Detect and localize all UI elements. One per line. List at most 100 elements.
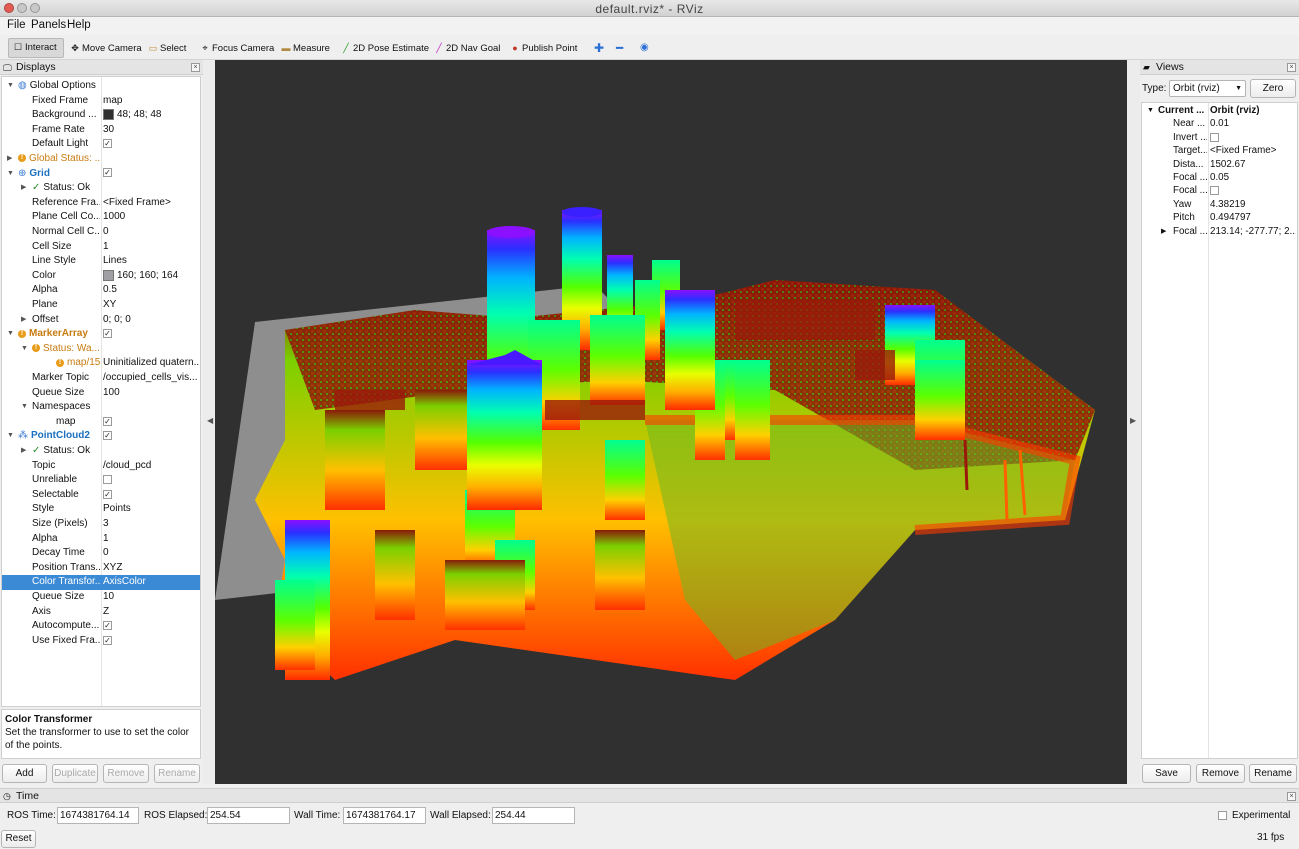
display-row[interactable]: Color Transfor... AxisColor	[2, 575, 200, 590]
view-row[interactable]: Invert ...	[1142, 131, 1297, 144]
display-row[interactable]: Decay Time 0	[2, 546, 200, 561]
display-value[interactable]: 0; 0; 0	[103, 314, 131, 325]
display-value[interactable]: 0	[103, 226, 109, 237]
display-value[interactable]: XY	[103, 299, 116, 310]
chevron-down-icon[interactable]: ▼	[7, 327, 14, 341]
display-row[interactable]: Axis Z	[2, 605, 200, 620]
chevron-down-icon[interactable]: ▼	[1147, 104, 1154, 117]
tool-2d-nav-goal[interactable]: ╱ 2D Nav Goal	[430, 39, 504, 57]
display-row[interactable]: ▼ Namespaces	[2, 400, 200, 415]
enable-checkbox[interactable]: ✓	[103, 139, 112, 149]
display-row[interactable]: Frame Rate 30	[2, 123, 200, 138]
tool-publish-point[interactable]: ● Publish Point	[506, 39, 581, 57]
chevron-down-icon[interactable]: ▼	[7, 167, 14, 181]
close-time-panel-icon[interactable]: ×	[1287, 792, 1296, 801]
display-row[interactable]: Selectable ✓	[2, 488, 200, 503]
color-swatch[interactable]	[103, 269, 114, 281]
displays-tree[interactable]: ▼ ◍ Global Options Fixed Frame map Background…	[1, 76, 201, 707]
display-row[interactable]: Topic/cloud_pcd	[2, 459, 200, 474]
chevron-right-icon[interactable]: ▶	[21, 444, 26, 458]
display-row[interactable]: Normal Cell C... 0	[2, 225, 200, 240]
tool-focus-camera[interactable]: ⌖ Focus Camera	[196, 39, 278, 57]
display-row[interactable]: Marker Topic/occupied_cells_vis...	[2, 371, 200, 386]
chevron-right-icon[interactable]: ▶	[21, 313, 26, 327]
display-value[interactable]: map	[103, 95, 122, 106]
ros-elapsed-field[interactable]: 254.54	[207, 807, 290, 824]
display-row[interactable]: ▼! MarkerArray ✓	[2, 327, 200, 342]
views-tree[interactable]: ▼ Current ... Orbit (rviz) Near ... 0.01 Inve…	[1141, 102, 1298, 759]
right-splitter[interactable]: ▶	[1127, 60, 1140, 784]
display-row[interactable]: Queue Size 10	[2, 590, 200, 605]
display-value[interactable]: Uninitialized quatern...	[103, 357, 199, 368]
display-row[interactable]: ▼! Status: Wa...	[2, 342, 200, 357]
remove-view-button[interactable]: Remove	[1196, 764, 1245, 783]
enable-checkbox[interactable]: ✓	[103, 635, 112, 645]
chevron-down-icon[interactable]: ▼	[7, 79, 14, 93]
enable-checkbox[interactable]: ✓	[103, 416, 112, 426]
chevron-right-icon[interactable]: ▶	[1161, 225, 1166, 238]
display-value[interactable]: 160; 160; 164	[117, 270, 178, 281]
display-row[interactable]: map ✓	[2, 415, 200, 430]
display-row[interactable]: Reference Fra... <Fixed Frame>	[2, 196, 200, 211]
display-value[interactable]: 0.5	[103, 284, 117, 295]
view-value[interactable]: 0.05	[1210, 172, 1229, 183]
view-value[interactable]: 0.494797	[1210, 212, 1251, 223]
render-viewport[interactable]	[215, 60, 1127, 784]
display-value[interactable]: 30	[103, 124, 114, 135]
left-splitter[interactable]: ◀	[203, 60, 215, 784]
menu-panels[interactable]: Panels	[31, 19, 66, 31]
view-checkbox[interactable]	[1210, 186, 1219, 196]
display-value[interactable]: 0	[103, 547, 109, 558]
view-row[interactable]: Dista... 1502.67	[1142, 158, 1297, 171]
view-row[interactable]: Target... <Fixed Frame>	[1142, 144, 1297, 157]
close-views-panel-icon[interactable]: ×	[1287, 63, 1296, 72]
display-value[interactable]: 1	[103, 241, 109, 252]
display-row[interactable]: Alpha 0.5	[2, 283, 200, 298]
duplicate-button[interactable]: Duplicate	[52, 764, 98, 783]
display-row[interactable]: Use Fixed Fra... ✓	[2, 634, 200, 649]
view-row[interactable]: ▶ Focal ... 213.14; -277.77; 2...	[1142, 225, 1297, 238]
experimental-checkbox[interactable]	[1218, 811, 1227, 820]
display-value[interactable]: XYZ	[103, 562, 122, 573]
display-value[interactable]: /occupied_cells_vis...	[103, 372, 198, 383]
display-value[interactable]: 1000	[103, 211, 125, 222]
display-row[interactable]: ▼ ⁂ PointCloud2 ✓	[2, 429, 200, 444]
display-value[interactable]: 48; 48; 48	[117, 109, 161, 120]
view-value[interactable]: 4.38219	[1210, 199, 1245, 210]
view-row[interactable]: Focal ... 0.05	[1142, 171, 1297, 184]
display-value[interactable]: AxisColor	[103, 576, 146, 587]
display-row[interactable]: Cell Size 1	[2, 240, 200, 255]
display-row[interactable]: Unreliable	[2, 473, 200, 488]
color-swatch[interactable]	[103, 109, 114, 121]
display-value[interactable]: Lines	[103, 255, 127, 266]
enable-checkbox[interactable]: ✓	[103, 489, 112, 499]
zero-button[interactable]: Zero	[1250, 79, 1296, 98]
view-value[interactable]: 1502.67	[1210, 159, 1245, 170]
view-value[interactable]: 213.14; -277.77; 2...	[1210, 226, 1296, 237]
chevron-down-icon[interactable]: ▼	[21, 400, 28, 414]
display-row[interactable]: Color 160; 160; 164	[2, 269, 200, 284]
tool-select[interactable]: ▭ Select	[144, 39, 190, 57]
rename-view-button[interactable]: Rename	[1249, 764, 1297, 783]
enable-checkbox[interactable]: ✓	[103, 329, 112, 339]
display-row[interactable]: ▼ ⊕ Grid ✓	[2, 167, 200, 182]
display-value[interactable]: <Fixed Frame>	[103, 197, 171, 208]
display-row[interactable]: ▶ ✓ Status: Ok	[2, 444, 200, 459]
tool-move-camera[interactable]: ✥ Move Camera	[66, 39, 146, 57]
display-row[interactable]: Line Style Lines	[2, 254, 200, 269]
display-row[interactable]: Style Points	[2, 502, 200, 517]
add-button[interactable]: Add	[2, 764, 47, 783]
view-row[interactable]: Yaw 4.38219	[1142, 198, 1297, 211]
view-value[interactable]: <Fixed Frame>	[1210, 145, 1276, 156]
display-row[interactable]: Autocompute... ✓	[2, 619, 200, 634]
reset-button[interactable]: Reset	[1, 830, 36, 848]
chevron-right-icon[interactable]: ▶	[7, 152, 12, 166]
view-type-select[interactable]: Orbit (rviz) ▼	[1169, 80, 1246, 97]
display-row[interactable]: ▶ Offset 0; 0; 0	[2, 313, 200, 328]
display-row[interactable]: Queue Size 100	[2, 386, 200, 401]
display-row[interactable]: ▶ ✓ Status: Ok	[2, 181, 200, 196]
view-checkbox[interactable]	[1210, 132, 1219, 142]
chevron-down-icon[interactable]: ▼	[7, 429, 14, 443]
display-value[interactable]: /cloud_pcd	[103, 460, 151, 471]
tool-properties-icon[interactable]: ◉	[636, 39, 653, 57]
